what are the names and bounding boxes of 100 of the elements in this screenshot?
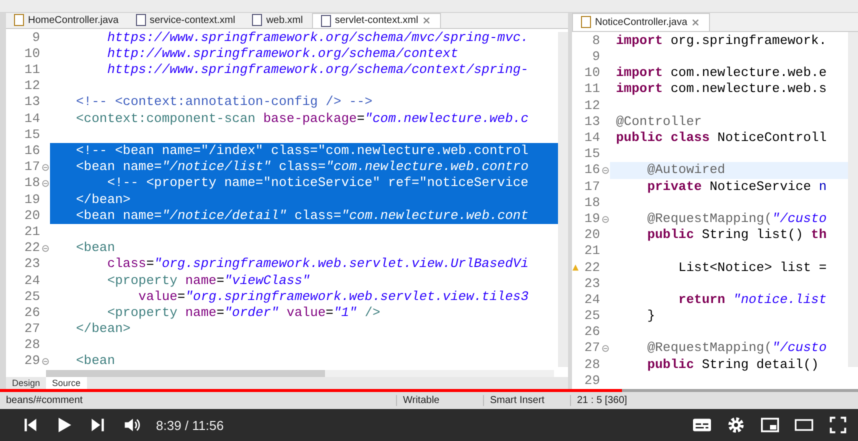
code-line: value="org.springframework.web.servlet.view.tiles3 [137, 288, 530, 305]
line-number: 21 [583, 243, 600, 260]
line-number: 14 [583, 130, 600, 146]
code-line: import com.newlecture.web.e [615, 65, 828, 82]
line-number: 11 [23, 62, 40, 78]
line-number: 28 [583, 356, 600, 373]
code-line: <bean [75, 353, 116, 370]
line-number: 16 [583, 162, 600, 179]
close-icon[interactable] [422, 16, 432, 26]
fold-icon[interactable] [602, 216, 608, 223]
xml-file-icon [136, 14, 146, 26]
code-line: https://www.springframework.org/schema/context/spring- [106, 62, 530, 78]
code-line: return "notice.list [677, 292, 828, 308]
line-number: 24 [23, 272, 40, 289]
editor-tab[interactable]: servlet-context.xml [312, 13, 442, 28]
code-line: <property name="viewClass" [106, 272, 312, 289]
code-line: <property name="order" value="1" /> [106, 304, 382, 322]
code-line: private NoticeService n [646, 178, 828, 195]
code-line: http://www.springframework.org/schema/context [106, 46, 460, 62]
editor-mode-tab[interactable]: Source [46, 377, 87, 389]
xml-file-icon [320, 14, 331, 27]
line-number: 20 [23, 208, 40, 224]
fold-icon[interactable] [42, 180, 48, 187]
fold-icon[interactable] [42, 164, 48, 171]
code-line: import com.newlecture.web.s [615, 81, 828, 98]
code-line: public String detail() [646, 356, 820, 373]
code-line: public String list() th [646, 227, 828, 244]
code-line: class="org.springframework.web.servlet.view.UrlBasedVi [106, 256, 530, 273]
code-line: <!-- <context:annotation-config /> --> [75, 94, 374, 111]
line-number: 27 [583, 340, 600, 357]
line-number: 20 [583, 227, 600, 244]
line-number: 27 [23, 321, 40, 338]
editor-tab[interactable]: NoticeController.java [572, 13, 710, 31]
line-number: 9 [591, 49, 600, 66]
editor-tab[interactable]: service-context.xml [128, 13, 244, 28]
line-number: 28 [23, 337, 40, 354]
status-text: beans/#comment [5, 395, 84, 406]
code-line: https://www.springframework.org/schema/mvc/spring-mvc. [106, 30, 530, 46]
code-line: <bean [75, 240, 116, 256]
fold-icon[interactable] [602, 345, 608, 352]
line-number: 15 [583, 146, 600, 162]
line-number: 17 [23, 159, 40, 176]
fold-icon[interactable] [602, 166, 608, 174]
line-number: 25 [583, 308, 600, 324]
tab-label: HomeController.java [28, 14, 119, 26]
editor-mode-tab[interactable]: Design [6, 377, 46, 389]
code-line: List<Notice> list = [677, 260, 828, 276]
editor-tab[interactable]: HomeController.java [6, 13, 128, 28]
line-number: 23 [583, 276, 600, 292]
line-number: 14 [23, 110, 40, 127]
line-number: 26 [23, 304, 40, 322]
horizontal-scrollbar[interactable] [46, 370, 554, 377]
line-number: 9 [31, 30, 40, 46]
code-line: <context:component-scan base-package="com.newlecture.web.c [75, 110, 530, 127]
code-line: public class NoticeControll [615, 130, 828, 146]
subtitles-icon[interactable] [692, 416, 712, 434]
line-number: 12 [583, 98, 600, 114]
miniplayer-icon[interactable] [760, 416, 780, 434]
tab-label: NoticeController.java [595, 16, 688, 28]
fullscreen-icon[interactable] [828, 416, 848, 434]
code-line: @RequestMapping("/custo [646, 340, 828, 357]
line-number: 25 [23, 288, 40, 305]
status-text: Writable [396, 395, 483, 406]
line-number: 22 [583, 260, 600, 276]
fold-icon[interactable] [42, 358, 48, 366]
status-text: Smart Insert [483, 395, 570, 406]
line-number: 22 [23, 240, 40, 256]
line-number: 12 [23, 78, 40, 94]
time-display: 8:39 / 11:56 [156, 418, 224, 432]
vertical-scrollbar[interactable] [848, 32, 858, 367]
line-number: 29 [583, 372, 600, 389]
line-number: 13 [23, 94, 40, 111]
line-number: 24 [583, 292, 600, 308]
line-number: 10 [23, 46, 40, 62]
line-number: 10 [583, 65, 600, 82]
line-number: 13 [583, 114, 600, 130]
tab-label: web.xml [266, 14, 303, 26]
tab-label: servlet-context.xml [334, 15, 418, 26]
code-line: import org.springframework. [615, 32, 828, 50]
vertical-scrollbar[interactable] [558, 32, 568, 367]
line-number: 19 [23, 192, 40, 208]
code-line: } [646, 308, 656, 324]
java-file-icon [581, 16, 591, 28]
line-number: 26 [583, 324, 600, 340]
editor-tab[interactable]: web.xml [244, 13, 312, 28]
settings-icon[interactable] [726, 416, 746, 434]
fold-icon[interactable] [42, 244, 48, 252]
close-icon[interactable] [691, 18, 700, 27]
line-number: 15 [23, 126, 40, 144]
code-line: @RequestMapping("/custo [646, 210, 828, 228]
line-number: 19 [583, 210, 600, 228]
line-number: 21 [23, 224, 40, 240]
line-number: 18 [583, 194, 600, 211]
theater-mode-icon[interactable] [794, 416, 814, 434]
line-number: 23 [23, 256, 40, 273]
tab-label: service-context.xml [150, 14, 236, 26]
line-number: 16 [23, 143, 40, 160]
java-file-icon [14, 14, 24, 26]
line-number: 17 [583, 178, 600, 195]
volume-icon[interactable] [122, 416, 142, 434]
